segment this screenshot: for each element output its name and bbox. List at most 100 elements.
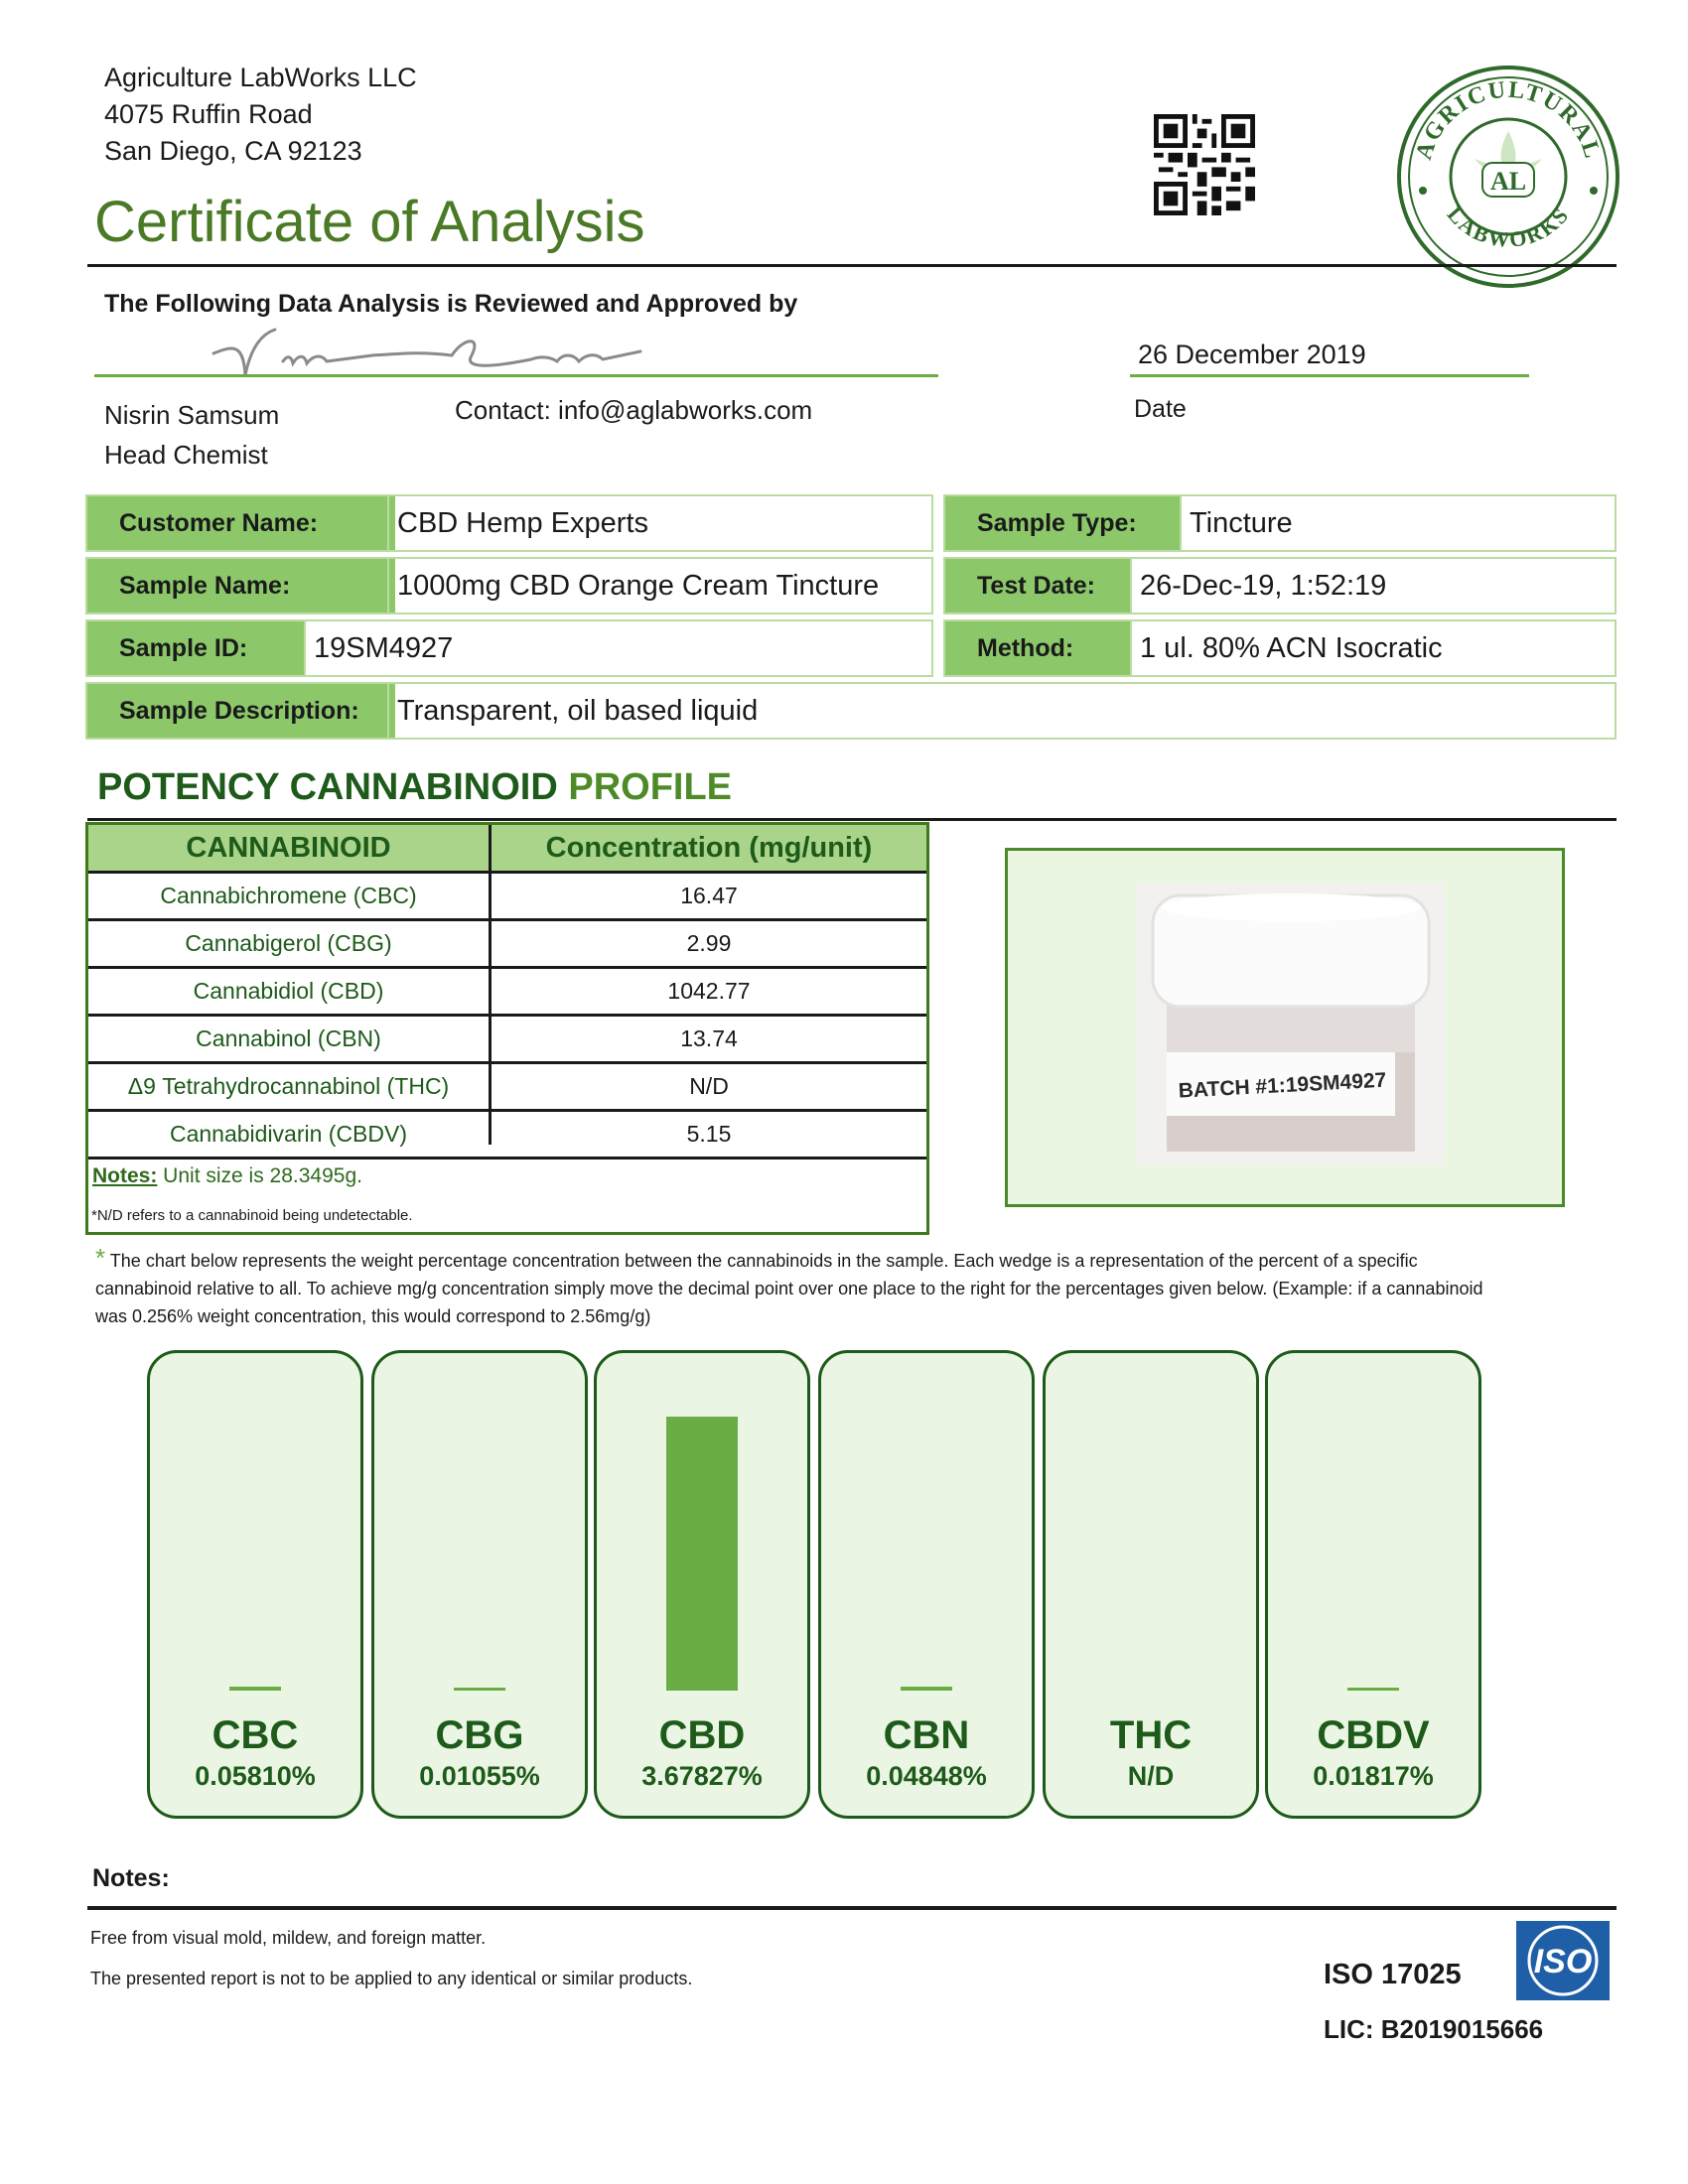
contact-email[interactable]: Contact: info@aglabworks.com [455,395,812,426]
chart-category-label: CBDV [1317,1713,1430,1757]
cannabinoid-value: 1042.77 [667,978,751,1004]
header-divider [87,264,1617,267]
chart-value-label: 0.05810% [195,1761,316,1791]
lab-name: Agriculture LabWorks LLC [104,63,417,92]
cannabinoid-name: Cannabidiol (CBD) [193,978,384,1004]
qr-code-icon[interactable] [1154,114,1255,215]
cannabinoid-name: Cannabichromene (CBC) [160,883,417,908]
approval-date: 26 December 2019 [1138,340,1366,369]
svg-text:ISO: ISO [1534,1943,1593,1980]
approval-heading: The Following Data Analysis is Reviewed … [104,290,798,318]
iso-logo-icon: ISO [1516,1921,1610,2000]
cannabinoid-name: Cannabinol (CBN) [196,1025,381,1051]
cannabinoid-name: Cannabigerol (CBG) [185,930,392,956]
footer-note-mold: Free from visual mold, mildew, and forei… [90,1928,487,1948]
column-concentration: Concentration (mg/unit) [545,831,873,864]
unit-size-note: Notes: Unit size is 28.3495g. [92,1164,362,1188]
sample-name-label: Sample Name: [87,559,395,613]
sample-id-label: Sample ID: [87,621,304,675]
chart-bar-cbn [901,1687,952,1691]
footer-note-disclaimer: The presented report is not to be applie… [90,1969,693,1988]
column-cannabinoid: CANNABINOID [186,831,391,864]
svg-text:AL: AL [1490,167,1526,196]
nd-note: *N/D refers to a cannabinoid being undet… [91,1207,413,1224]
date-line [1130,374,1529,377]
table-row: Cannabichromene (CBC) 16.47 [88,874,926,921]
cannabinoid-value: 5.15 [686,1121,732,1147]
chart-category-label: CBC [211,1713,299,1757]
chart-value-label: N/D [1127,1761,1175,1791]
lab-address: Agriculture LabWorks LLC 4075 Ruffin Roa… [104,60,417,170]
potency-heading: POTENCY CANNABINOID PROFILE [97,766,732,809]
lab-city: San Diego, CA 92123 [104,136,362,166]
table-row: Cannabigerol (CBG) 2.99 [88,921,926,969]
sample-type-row: Sample Type: Tincture [943,494,1617,552]
method-value: 1 ul. 80% ACN Isocratic [1130,621,1615,675]
asterisk-icon: * [95,1243,106,1273]
cannabinoid-value: N/D [689,1073,729,1099]
potency-heading-profile: PROFILE [568,766,733,808]
sample-description-row: Sample Description: Transparent, oil bas… [85,682,1617,740]
sample-id-row: Sample ID: 19SM4927 [85,619,933,677]
sample-jar-photo: BATCH #1:19SM4927 [1137,884,1445,1165]
cannabinoid-value: 13.74 [680,1025,738,1051]
sample-id-value: 19SM4927 [304,621,931,675]
signature-line [94,374,938,377]
chart-bar-cbc [229,1687,281,1691]
approver-role: Head Chemist [104,440,268,470]
method-row: Method: 1 ul. 80% ACN Isocratic [943,619,1617,677]
cannabinoid-name: Cannabidivarin (CBDV) [169,1121,408,1147]
cannabinoid-name: Δ9 Tetrahydrocannabinol (THC) [127,1073,450,1099]
chart-category-label: CBD [658,1713,746,1757]
chart-card-cbn: CBN 0.04848% [818,1350,1035,1819]
chart-card-cbd: CBD 3.67827% [594,1350,810,1819]
test-date-label: Test Date: [945,559,1130,613]
iso-standard: ISO 17025 [1324,1959,1462,1990]
cannabinoid-value: 2.99 [686,930,732,956]
chart-category-label: THC [1109,1713,1193,1757]
chart-card-cbg: CBG 0.01055% [371,1350,588,1819]
sample-type-label: Sample Type: [945,496,1180,550]
customer-name-value: CBD Hemp Experts [387,496,931,550]
chart-card-thc: THC N/D [1043,1350,1259,1819]
chart-card-cbdv: CBDV 0.01817% [1265,1350,1481,1819]
table-row: Cannabidivarin (CBDV) 5.15 [88,1112,926,1160]
chart-explanation: * The chart below represents the weight … [95,1244,1505,1330]
license-number: LIC: B2019015666 [1324,2014,1544,2044]
notes-label: Notes: [92,1164,158,1187]
chart-value-label: 0.01817% [1313,1761,1434,1791]
customer-name-row: Customer Name: CBD Hemp Experts [85,494,933,552]
method-label: Method: [945,621,1130,675]
chart-value-label: 0.04848% [866,1761,987,1791]
potency-divider [87,818,1617,821]
chart-bar-cbdv [1347,1688,1399,1691]
unit-size-text: Unit size is 28.3495g. [157,1164,362,1187]
agricultural-labworks-seal-icon: AGRICULTURAL LABWORKS AL [1397,66,1619,288]
table-header: CANNABINOID Concentration (mg/unit) [88,825,926,874]
cannabinoid-value: 16.47 [680,883,738,908]
table-row: Cannabinol (CBN) 13.74 [88,1017,926,1064]
approver-name: Nisrin Samsum [104,400,280,430]
lab-street: 4075 Ruffin Road [104,99,313,129]
test-date-row: Test Date: 26-Dec-19, 1:52:19 [943,557,1617,614]
approver: Nisrin Samsum Head Chemist [104,395,279,475]
customer-name-label: Customer Name: [87,496,395,550]
chart-value-label: 3.67827% [641,1761,763,1791]
chart-bar-cbd [666,1417,738,1691]
table-row: Δ9 Tetrahydrocannabinol (THC) N/D [88,1064,926,1112]
chart-category-label: CBG [435,1713,524,1757]
sample-type-value: Tincture [1180,496,1615,550]
table-row: Cannabidiol (CBD) 1042.77 [88,969,926,1017]
test-date-value: 26-Dec-19, 1:52:19 [1130,559,1615,613]
sample-description-value: Transparent, oil based liquid [387,684,1615,738]
sample-name-row: Sample Name: 1000mg CBD Orange Cream Tin… [85,557,933,614]
document-title: Certificate of Analysis [94,190,645,254]
chart-explanation-text: The chart below represents the weight pe… [95,1251,1483,1326]
notes-divider [87,1906,1617,1910]
notes-heading: Notes: [92,1864,170,1892]
chart-card-cbc: CBC 0.05810% [147,1350,363,1819]
potency-heading-main: POTENCY CANNABINOID [97,766,558,808]
sample-name-value: 1000mg CBD Orange Cream Tincture [387,559,931,613]
chart-value-label: 0.01055% [419,1761,540,1791]
date-label: Date [1134,395,1187,423]
